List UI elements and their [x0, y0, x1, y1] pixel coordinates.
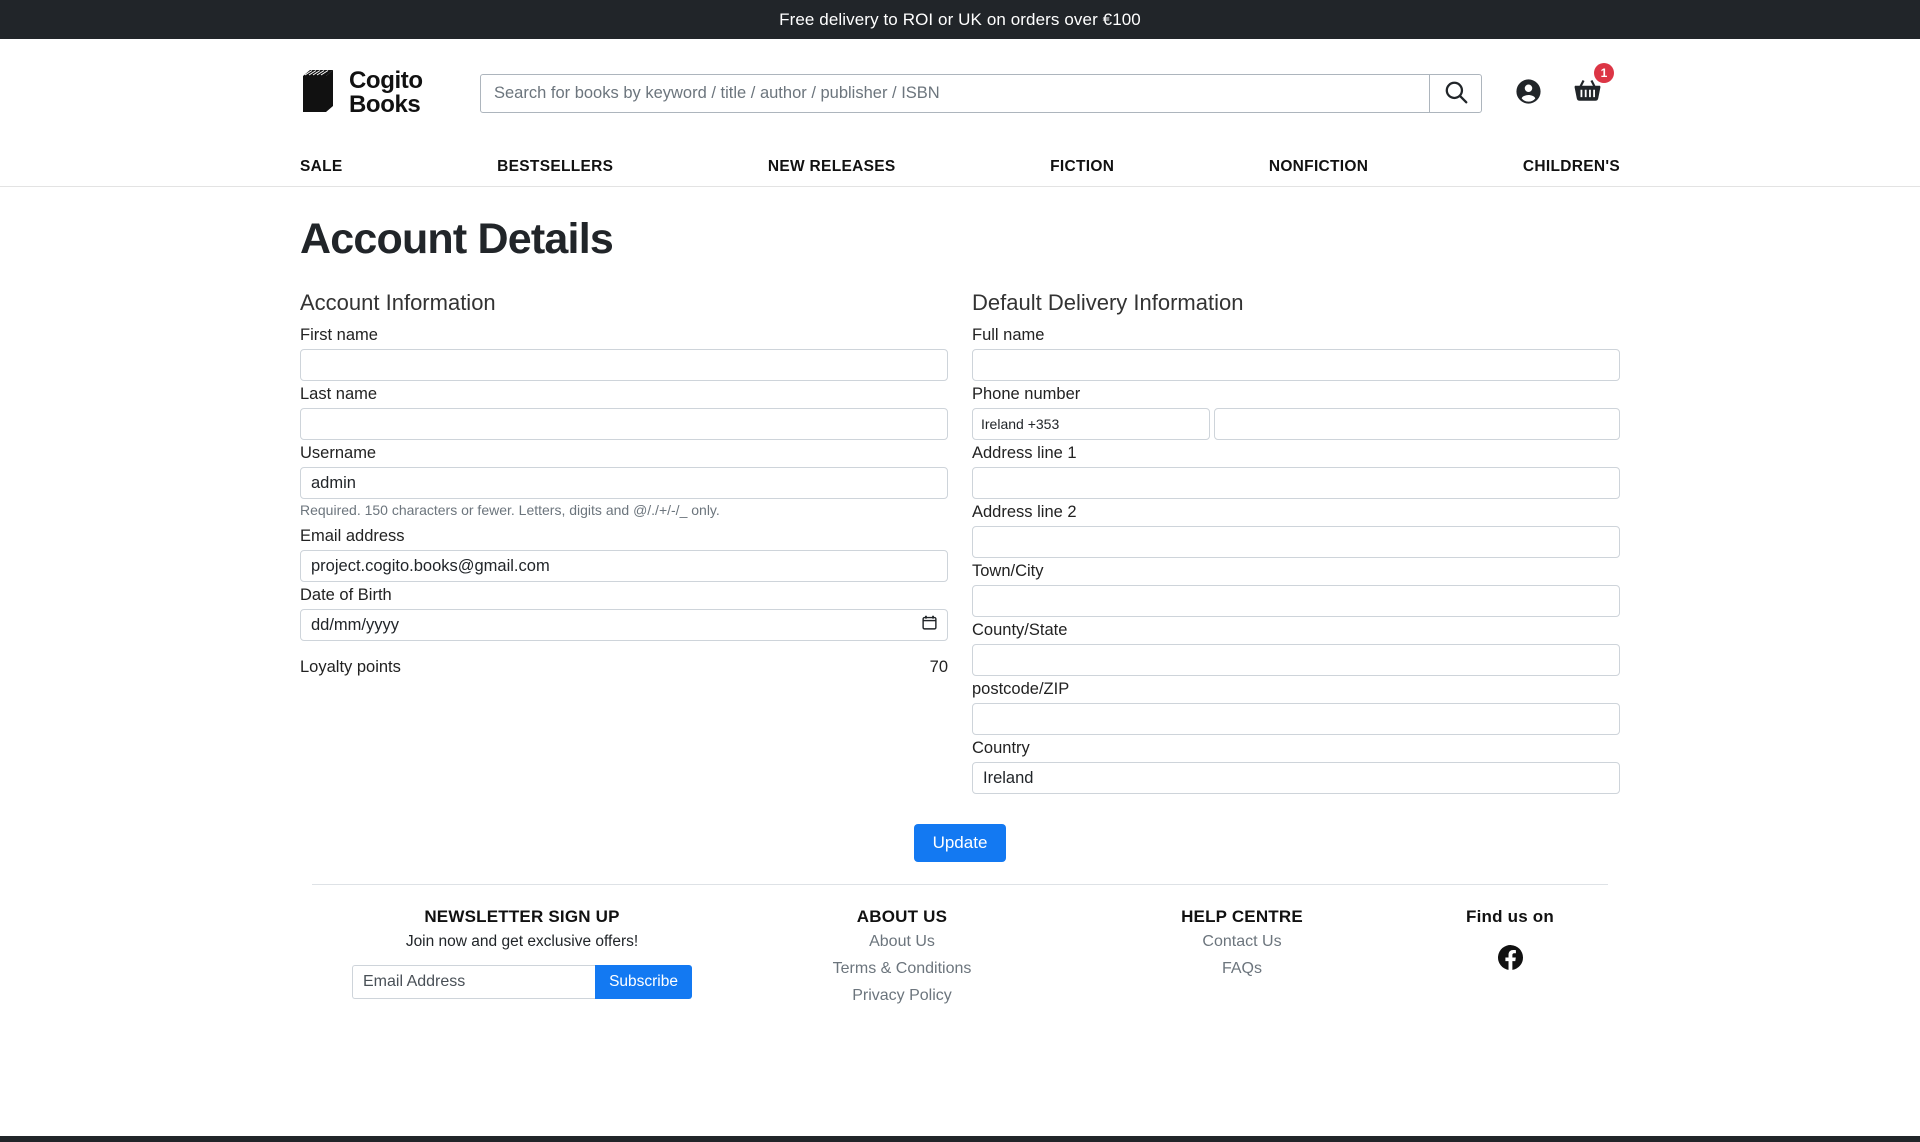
- last-name-input[interactable]: [300, 408, 948, 440]
- username-input[interactable]: [300, 467, 948, 499]
- nav-item-childrens[interactable]: CHILDREN'S: [1523, 158, 1620, 176]
- site-header: Cogito Books Search for books by keyword…: [0, 39, 1920, 147]
- account-circle-icon: [1514, 77, 1543, 109]
- username-field: Username Required. 150 characters or few…: [300, 444, 960, 518]
- nav-item-bestsellers[interactable]: BESTSELLERS: [497, 158, 613, 176]
- site-logo[interactable]: Cogito Books: [300, 68, 450, 119]
- date-of-birth-input[interactable]: [300, 609, 948, 641]
- cart-count-badge: 1: [1594, 63, 1614, 83]
- county-state-field: County/State: [972, 621, 1620, 676]
- county-state-label: County/State: [972, 621, 1068, 639]
- last-name-label: Last name: [300, 385, 378, 403]
- footer-social-column: Find us on: [1412, 907, 1608, 1014]
- delivery-information-section: Default Delivery Information Full name P…: [960, 290, 1620, 798]
- footer-link-faqs[interactable]: FAQs: [1072, 960, 1412, 978]
- delivery-information-heading: Default Delivery Information: [972, 290, 1244, 315]
- address-line-2-field: Address line 2: [972, 503, 1620, 558]
- main-content: Account Details Account Information Firs…: [0, 215, 1920, 862]
- search-icon: [1443, 79, 1469, 108]
- date-of-birth-field: Date of Birth: [300, 586, 960, 641]
- promo-text: Free delivery to ROI or UK on orders ove…: [779, 9, 1141, 29]
- logo-line-2: Books: [349, 91, 421, 118]
- footer-link-privacy-policy[interactable]: Privacy Policy: [732, 987, 1072, 1005]
- newsletter-subtext: Join now and get exclusive offers!: [405, 933, 639, 950]
- username-help-text: Required. 150 characters or fewer. Lette…: [300, 502, 720, 518]
- social-heading: Find us on: [1466, 907, 1554, 926]
- bottom-bar: [0, 1136, 1920, 1142]
- newsletter-form: Subscribe: [352, 965, 692, 999]
- update-button[interactable]: Update: [913, 824, 1007, 862]
- footer-newsletter-column: NEWSLETTER SIGN UP Join now and get excl…: [312, 907, 732, 1014]
- newsletter-email-input[interactable]: [352, 965, 596, 999]
- full-name-label: Full name: [972, 326, 1045, 344]
- email-field: Email address: [300, 527, 960, 582]
- book-icon: [300, 68, 340, 119]
- date-of-birth-label: Date of Birth: [300, 586, 392, 604]
- logo-line-1: Cogito: [349, 66, 423, 94]
- country-select[interactable]: [972, 762, 1620, 794]
- phone-number-field: Phone number: [972, 385, 1620, 440]
- loyalty-points-row: Loyalty points 70: [300, 658, 948, 677]
- town-city-label: Town/City: [972, 562, 1044, 580]
- address-line-1-field: Address line 1: [972, 444, 1620, 499]
- postcode-zip-input[interactable]: [972, 703, 1620, 735]
- footer-help-column: HELP CENTRE Contact Us FAQs: [1072, 907, 1412, 1014]
- postcode-zip-label: postcode/ZIP: [972, 680, 1070, 698]
- site-footer: NEWSLETTER SIGN UP Join now and get excl…: [312, 884, 1608, 1014]
- first-name-field: First name: [300, 326, 960, 381]
- last-name-field: Last name: [300, 385, 960, 440]
- phone-country-code-select[interactable]: [972, 408, 1210, 440]
- town-city-input[interactable]: [972, 585, 1620, 617]
- nav-item-new-releases[interactable]: NEW RELEASES: [768, 158, 896, 176]
- account-information-section: Account Information First name Last name…: [300, 290, 960, 798]
- nav-item-sale[interactable]: SALE: [300, 158, 343, 176]
- newsletter-heading: NEWSLETTER SIGN UP: [424, 907, 620, 926]
- address-line-2-label: Address line 2: [972, 503, 1077, 521]
- about-heading: ABOUT US: [856, 907, 948, 926]
- subscribe-button[interactable]: Subscribe: [595, 965, 692, 999]
- account-form: Account Information First name Last name…: [300, 290, 1620, 798]
- promo-banner: Free delivery to ROI or UK on orders ove…: [0, 0, 1920, 39]
- header-icons: 1: [1514, 63, 1614, 110]
- first-name-input[interactable]: [300, 349, 948, 381]
- help-heading: HELP CENTRE: [1181, 907, 1303, 926]
- first-name-label: First name: [300, 326, 378, 344]
- account-information-heading: Account Information: [300, 290, 496, 315]
- search-button[interactable]: [1429, 74, 1481, 112]
- username-label: Username: [300, 444, 377, 462]
- nav-item-nonfiction[interactable]: NONFICTION: [1269, 158, 1368, 176]
- footer-about-column: ABOUT US About Us Terms & Conditions Pri…: [732, 907, 1072, 1014]
- email-input[interactable]: [300, 550, 948, 582]
- loyalty-points-value: 70: [929, 658, 948, 676]
- facebook-icon[interactable]: [1497, 945, 1523, 975]
- address-line-1-input[interactable]: [972, 467, 1620, 499]
- town-city-field: Town/City: [972, 562, 1620, 617]
- address-line-2-input[interactable]: [972, 526, 1620, 558]
- main-navigation: SALE BESTSELLERS NEW RELEASES FICTION NO…: [0, 147, 1920, 187]
- phone-number-label: Phone number: [972, 385, 1081, 403]
- county-state-input[interactable]: [972, 644, 1620, 676]
- country-field: Country: [972, 739, 1620, 794]
- full-name-field: Full name: [972, 326, 1620, 381]
- full-name-input[interactable]: [972, 349, 1620, 381]
- footer-link-about-us[interactable]: About Us: [732, 933, 1072, 951]
- email-label: Email address: [300, 527, 405, 545]
- phone-number-input[interactable]: [1214, 408, 1620, 440]
- form-actions: Update: [300, 824, 1620, 862]
- search-bar: [480, 73, 1482, 113]
- logo-text: Cogito Books: [349, 66, 423, 118]
- footer-link-terms-conditions[interactable]: Terms & Conditions: [732, 960, 1072, 978]
- postcode-zip-field: postcode/ZIP: [972, 680, 1620, 735]
- page-title: Account Details: [300, 215, 614, 263]
- footer-link-contact-us[interactable]: Contact Us: [1072, 933, 1412, 951]
- address-line-1-label: Address line 1: [972, 444, 1077, 462]
- account-button[interactable]: [1514, 77, 1543, 109]
- loyalty-points-label: Loyalty points: [300, 658, 401, 676]
- country-label: Country: [972, 739, 1030, 757]
- nav-item-fiction[interactable]: FICTION: [1050, 158, 1114, 176]
- search-input[interactable]: [481, 74, 1429, 112]
- cart-button[interactable]: 1: [1572, 63, 1614, 110]
